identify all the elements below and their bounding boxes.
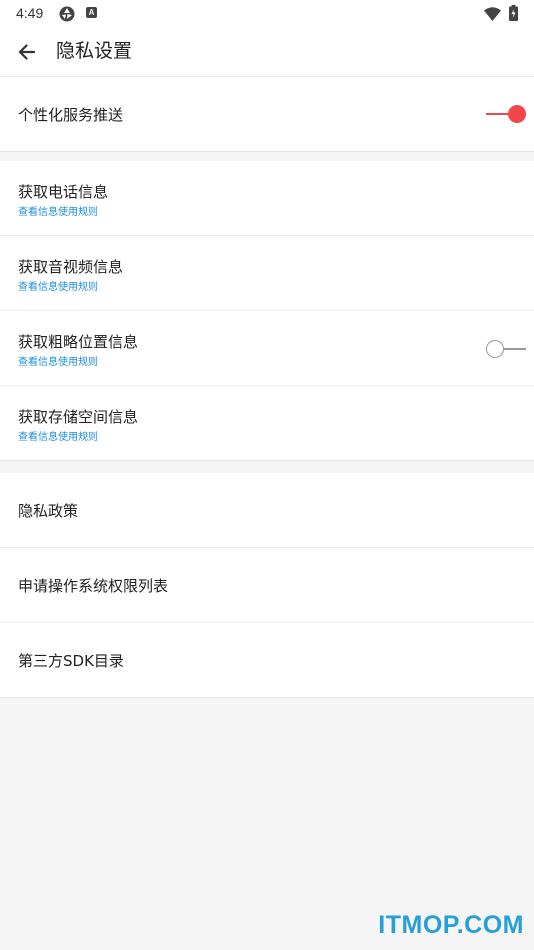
usage-rules-link[interactable]: 查看信息使用规则 [18,203,98,218]
toggle-knob [486,340,504,358]
watermark: ITMOP.COM [378,911,524,939]
toggle-knob [508,105,526,123]
row-title: 获取存储空间信息 [18,408,139,426]
audio-video-info-row[interactable]: 获取音视频信息 查看信息使用规则 [0,236,534,311]
row-title: 获取电话信息 [18,183,109,201]
notification-badge-icon: A [86,7,97,18]
personalized-push-toggle[interactable] [486,104,526,124]
page-title: 隐私设置 [56,40,133,62]
policy-group: 隐私政策 申请操作系统权限列表 第三方SDK目录 [0,473,534,698]
coarse-location-toggle[interactable] [486,339,526,359]
row-title: 隐私政策 [18,502,79,520]
personalization-group: 个性化服务推送 [0,77,534,152]
phone-info-row[interactable]: 获取电话信息 查看信息使用规则 [0,161,534,236]
row-title: 第三方SDK目录 [18,652,124,670]
personalized-push-row[interactable]: 个性化服务推送 [0,77,534,152]
row-title: 申请操作系统权限列表 [18,577,169,595]
back-button[interactable] [12,38,42,66]
storage-info-row[interactable]: 获取存储空间信息 查看信息使用规则 [0,386,534,461]
third-party-sdk-row[interactable]: 第三方SDK目录 [0,623,534,698]
status-time: 4:49 [16,5,44,21]
usage-rules-link[interactable]: 查看信息使用规则 [18,353,98,368]
arrow-left-icon [18,44,36,60]
status-bar: 4:49 A [0,0,534,28]
os-permissions-list-row[interactable]: 申请操作系统权限列表 [0,548,534,623]
app-bar: 隐私设置 [0,28,534,77]
usage-rules-link[interactable]: 查看信息使用规则 [18,428,98,443]
row-title: 获取音视频信息 [18,258,124,276]
wifi-icon [484,6,501,21]
usage-rules-link[interactable]: 查看信息使用规则 [18,278,98,293]
battery-icon [509,5,518,21]
row-title: 个性化服务推送 [18,106,124,124]
aperture-icon [58,5,76,23]
row-title: 获取粗略位置信息 [18,333,139,351]
privacy-policy-row[interactable]: 隐私政策 [0,473,534,548]
permissions-group: 获取电话信息 查看信息使用规则 获取音视频信息 查看信息使用规则 获取粗略位置信… [0,161,534,461]
coarse-location-info-row[interactable]: 获取粗略位置信息 查看信息使用规则 [0,311,534,386]
